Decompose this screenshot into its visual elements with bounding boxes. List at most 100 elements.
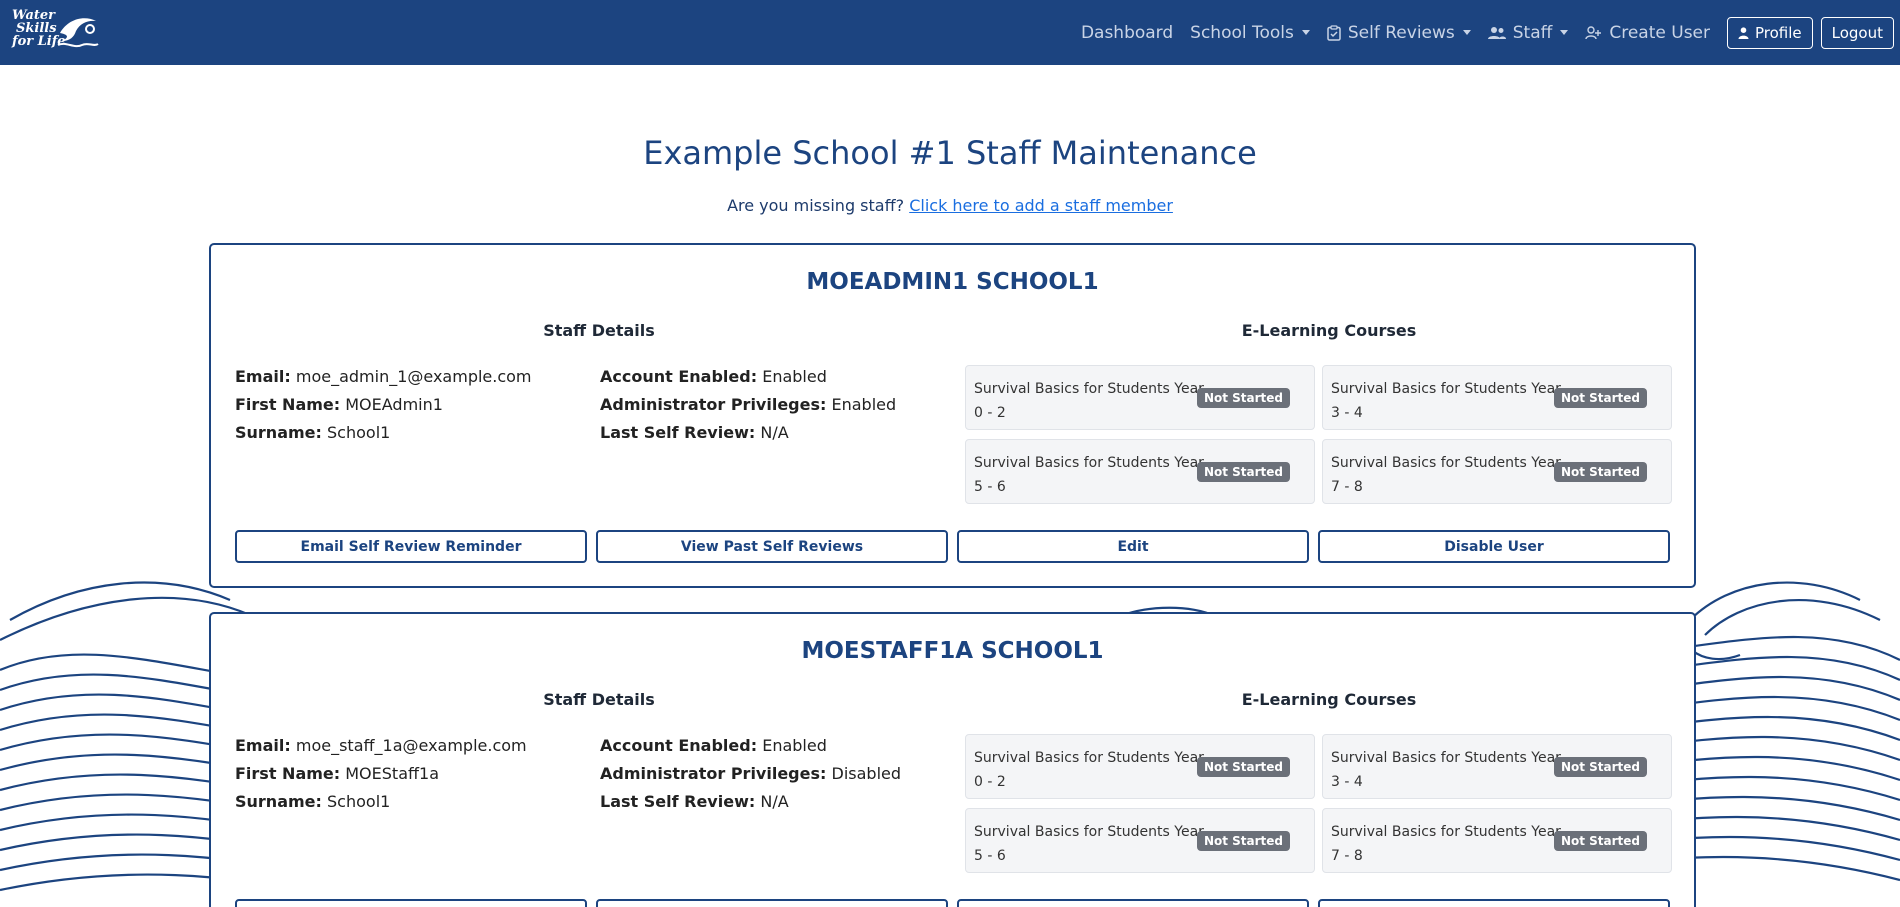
staff-name: MOEADMIN1 SCHOOL1 <box>806 269 1099 295</box>
people-icon <box>1487 26 1506 39</box>
view-past-reviews-button[interactable] <box>596 899 948 907</box>
course-card: Survival Basics for Students Year 0 - 2 … <box>965 734 1315 799</box>
detail-email: Email: moe_staff_1a@example.com <box>235 736 527 755</box>
course-card: Survival Basics for Students Year 5 - 6 … <box>965 808 1315 873</box>
surname-label: Surname: <box>235 792 322 811</box>
detail-first-name: First Name: MOEStaff1a <box>235 764 439 783</box>
course-card: Survival Basics for Students Year 0 - 2 … <box>965 365 1315 430</box>
course-name: Survival Basics for Students Year 0 - 2 <box>974 750 1204 790</box>
chevron-down-icon <box>1301 30 1310 35</box>
email-label: Email: <box>235 736 291 755</box>
detail-surname: Surname: School1 <box>235 792 390 811</box>
first-name-label: First Name: <box>235 764 341 783</box>
admin-privileges-value: Disabled <box>831 764 902 783</box>
page-title: Example School #1 Staff Maintenance <box>643 134 1257 172</box>
detail-account-enabled: Account Enabled: Enabled <box>600 367 827 386</box>
logout-button-label: Logout <box>1831 23 1883 42</box>
disable-user-button[interactable]: Disable User <box>1318 530 1670 563</box>
staff-card: MOEADMIN1 SCHOOL1 Staff Details E-Learni… <box>209 243 1696 588</box>
last-review-label: Last Self Review: <box>600 792 756 811</box>
detail-last-review: Last Self Review: N/A <box>600 423 789 442</box>
course-card: Survival Basics for Students Year 5 - 6 … <box>965 439 1315 504</box>
detail-admin-privileges: Administrator Privileges: Enabled <box>600 395 896 414</box>
last-review-value: N/A <box>760 792 789 811</box>
course-name: Survival Basics for Students Year 0 - 2 <box>974 381 1204 421</box>
courses-heading: E-Learning Courses <box>1241 321 1417 340</box>
admin-privileges-value: Enabled <box>831 395 897 414</box>
nav-staff-label: Staff <box>1512 22 1553 43</box>
staff-card: MOESTAFF1A SCHOOL1 Staff Details E-Learn… <box>209 612 1696 907</box>
nav-staff-dropdown[interactable]: Staff <box>1487 22 1569 43</box>
email-value: moe_admin_1@example.com <box>295 367 532 386</box>
status-badge: Not Started <box>1196 831 1290 851</box>
missing-staff-text: Are you missing staff? <box>727 196 905 215</box>
missing-staff-prompt: Are you missing staff? Click here to add… <box>0 196 1900 215</box>
staff-details-heading: Staff Details <box>543 321 655 340</box>
course-card: Survival Basics for Students Year 7 - 8 … <box>1322 439 1672 504</box>
course-name: Survival Basics for Students Year 3 - 4 <box>1331 381 1561 421</box>
account-enabled-label: Account Enabled: <box>600 736 758 755</box>
nav-create-user-label: Create User <box>1609 22 1710 43</box>
edit-button[interactable]: Edit <box>957 530 1309 563</box>
admin-privileges-label: Administrator Privileges: <box>600 764 827 783</box>
email-value: moe_staff_1a@example.com <box>295 736 527 755</box>
nav-dashboard[interactable]: Dashboard <box>1081 23 1173 43</box>
nav-self-reviews-dropdown[interactable]: Self Reviews <box>1327 23 1471 43</box>
detail-surname: Surname: School1 <box>235 423 390 442</box>
nav-school-tools-label: School Tools <box>1190 22 1294 43</box>
account-enabled-value: Enabled <box>762 367 827 386</box>
water-skills-logo[interactable]: Water Skills for Life <box>10 9 100 53</box>
nav-dashboard-label: Dashboard <box>1080 22 1174 43</box>
clipboard-check-icon <box>1327 24 1341 41</box>
account-enabled-label: Account Enabled: <box>600 367 758 386</box>
last-review-value: N/A <box>760 423 789 442</box>
email-reminder-button[interactable] <box>235 899 587 907</box>
first-name-value: MOEAdmin1 <box>345 395 443 414</box>
view-past-reviews-button[interactable]: View Past Self Reviews <box>596 530 948 563</box>
course-name: Survival Basics for Students Year 5 - 6 <box>974 455 1204 495</box>
profile-button-label: Profile <box>1755 23 1802 42</box>
surname-label: Surname: <box>235 423 322 442</box>
surname-value: School1 <box>327 423 391 442</box>
course-name: Survival Basics for Students Year 7 - 8 <box>1331 824 1561 864</box>
detail-account-enabled: Account Enabled: Enabled <box>600 736 827 755</box>
first-name-value: MOEStaff1a <box>345 764 439 783</box>
status-badge: Not Started <box>1553 757 1647 777</box>
logout-button[interactable]: Logout <box>1820 16 1894 49</box>
edit-button[interactable] <box>957 899 1309 907</box>
profile-button[interactable]: Profile <box>1727 16 1813 49</box>
status-badge: Not Started <box>1196 757 1290 777</box>
disable-user-button[interactable] <box>1318 899 1670 907</box>
nav-school-tools-dropdown[interactable]: School Tools <box>1190 23 1310 43</box>
courses-heading: E-Learning Courses <box>1241 690 1417 709</box>
detail-admin-privileges: Administrator Privileges: Disabled <box>600 764 901 783</box>
course-card: Survival Basics for Students Year 7 - 8 … <box>1322 808 1672 873</box>
email-reminder-button[interactable]: Email Self Review Reminder <box>235 530 587 563</box>
staff-details-heading: Staff Details <box>543 690 655 709</box>
email-label: Email: <box>235 367 291 386</box>
course-card: Survival Basics for Students Year 3 - 4 … <box>1322 365 1672 430</box>
chevron-down-icon <box>1462 30 1471 35</box>
detail-last-review: Last Self Review: N/A <box>600 792 789 811</box>
person-icon <box>1738 26 1749 39</box>
add-staff-link[interactable]: Click here to add a staff member <box>909 196 1173 215</box>
nav-menu: Dashboard School Tools Self Reviews Staf… <box>1081 0 1900 65</box>
status-badge: Not Started <box>1553 462 1647 482</box>
detail-first-name: First Name: MOEAdmin1 <box>235 395 443 414</box>
staff-name: MOESTAFF1A SCHOOL1 <box>801 638 1104 664</box>
nav-create-user[interactable]: Create User <box>1585 23 1710 43</box>
course-card: Survival Basics for Students Year 3 - 4 … <box>1322 734 1672 799</box>
chevron-down-icon <box>1560 30 1569 35</box>
course-name: Survival Basics for Students Year 5 - 6 <box>974 824 1204 864</box>
swimmer-icon <box>57 18 99 48</box>
status-badge: Not Started <box>1196 388 1290 408</box>
last-review-label: Last Self Review: <box>600 423 756 442</box>
detail-email: Email: moe_admin_1@example.com <box>235 367 532 386</box>
surname-value: School1 <box>327 792 391 811</box>
nav-self-reviews-label: Self Reviews <box>1347 22 1455 43</box>
account-enabled-value: Enabled <box>762 736 827 755</box>
person-add-icon <box>1585 25 1602 39</box>
status-badge: Not Started <box>1553 831 1647 851</box>
course-name: Survival Basics for Students Year 3 - 4 <box>1331 750 1561 790</box>
status-badge: Not Started <box>1196 462 1290 482</box>
